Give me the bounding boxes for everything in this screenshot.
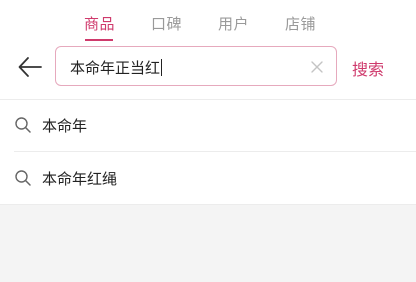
suggestion-item[interactable]: 本命年 <box>0 101 416 151</box>
tab-products[interactable]: 商品 <box>84 13 115 34</box>
divider <box>14 151 416 152</box>
divider <box>0 99 416 100</box>
close-icon[interactable] <box>308 58 326 76</box>
arrow-left-icon[interactable] <box>16 53 44 81</box>
search-icon <box>14 116 32 134</box>
tab-users[interactable]: 用户 <box>218 13 249 34</box>
search-bar-row: 本命年正当红 搜索 <box>0 44 416 90</box>
empty-area <box>0 205 416 282</box>
suggestion-label: 本命年红绳 <box>42 170 118 188</box>
suggestion-label: 本命年 <box>42 117 88 135</box>
tab-stores[interactable]: 店铺 <box>285 13 316 34</box>
search-input-value: 本命年正当红 <box>70 59 161 77</box>
suggestion-item[interactable]: 本命年红绳 <box>0 154 416 204</box>
search-input[interactable]: 本命年正当红 <box>55 46 337 86</box>
tab-reviews[interactable]: 口碑 <box>151 13 182 34</box>
search-icon <box>14 169 32 187</box>
search-input-text-wrap: 本命年正当红 <box>70 57 163 78</box>
search-button[interactable]: 搜索 <box>352 56 384 80</box>
search-category-tabs: 商品 口碑 用户 店铺 <box>0 0 416 44</box>
text-caret <box>161 59 163 76</box>
active-tab-indicator <box>85 39 113 41</box>
